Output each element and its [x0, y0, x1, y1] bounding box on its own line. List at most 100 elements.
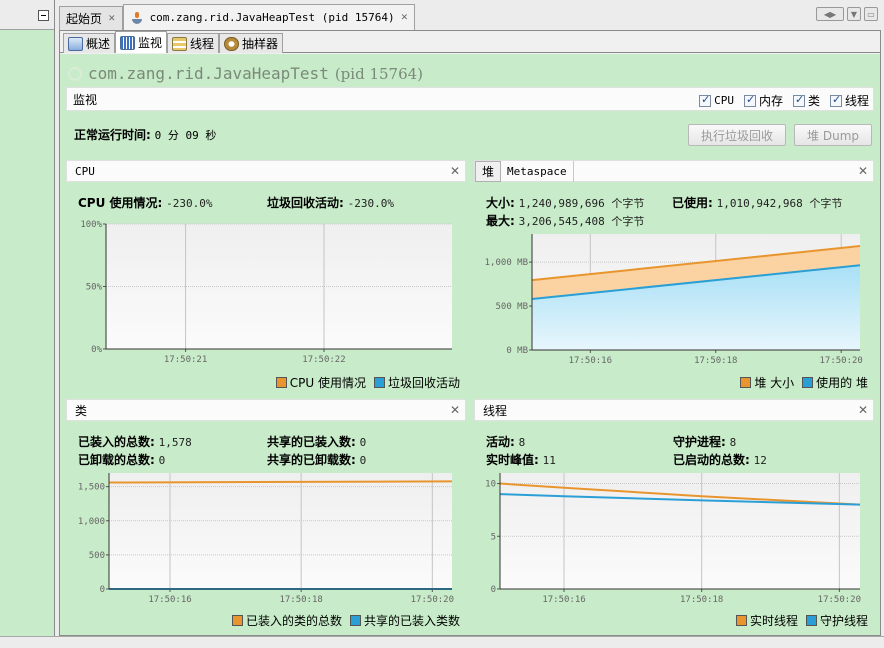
x-tick-label: 17:50:16	[542, 595, 585, 605]
tab-threads[interactable]: 线程	[167, 33, 220, 53]
tab-start-page[interactable]: 起始页 ✕	[59, 6, 123, 30]
classes-panel: 类 ✕ 已装入的总数: 1,578 共享的已装入数: 0 已卸载的总数: 0 共…	[66, 399, 466, 631]
stat-value: -230.0%	[166, 197, 213, 210]
app-title: com.zang.rid.JavaHeapTest (pid 15764)	[68, 64, 423, 83]
legend-item: 共享的已装入类数	[349, 612, 460, 629]
legend-swatch	[735, 615, 747, 626]
threads-panel: 线程 ✕ 活动: 8 守护进程: 8 实时峰值: 11 已启动的总数: 12 0…	[474, 399, 874, 631]
legend-swatch	[740, 377, 752, 388]
stat-value: 1,240,989,696 个字节	[518, 197, 645, 210]
stat-label: 共享的已卸载数:	[267, 453, 356, 467]
plot-background	[500, 473, 860, 589]
tab-label: 线程	[190, 37, 215, 51]
tab-overview[interactable]: 概述	[63, 33, 116, 53]
status-spinner-icon	[68, 66, 82, 81]
legend-label: CPU 使用情况	[289, 376, 366, 390]
legend-item: 垃圾回收活动	[373, 374, 460, 391]
y-tick-label: 0 MB	[506, 346, 528, 356]
stat-value: 0	[158, 454, 166, 467]
tab-application[interactable]: com.zang.rid.JavaHeapTest (pid 15764) ✕	[122, 4, 416, 30]
stat-daemon: 守护进程: 8	[673, 433, 736, 452]
cpu-panel-header: CPU ✕	[66, 160, 466, 182]
monitor-view: com.zang.rid.JavaHeapTest (pid 15764) 监视…	[60, 54, 880, 635]
perform-gc-button[interactable]: 执行垃圾回收	[688, 124, 787, 146]
scroll-tabs-icon[interactable]: ◀▶	[816, 7, 844, 21]
tab-label: 概述	[86, 37, 111, 51]
checkbox-box[interactable]	[829, 93, 842, 107]
stat-label: 已启动的总数:	[673, 453, 750, 467]
checkbox-box[interactable]	[792, 93, 805, 107]
tab-list-dropdown-icon[interactable]: ▼	[847, 7, 861, 21]
checkbox-memory[interactable]: 内存	[743, 92, 783, 109]
stat-label: 最大:	[486, 214, 515, 228]
heap-dump-button[interactable]: 堆 Dump	[794, 124, 872, 146]
legend-swatch	[349, 615, 361, 626]
maximize-icon[interactable]: ▭	[864, 7, 878, 21]
legend-swatch	[275, 377, 287, 388]
stat-label: 已卸载的总数:	[78, 453, 155, 467]
x-tick-label: 17:50:20	[818, 595, 861, 605]
panel-toggles: CPU 内存 类 线程	[699, 92, 869, 109]
checkbox-box[interactable]	[743, 93, 756, 107]
x-tick-label: 17:50:21	[164, 355, 207, 365]
checkbox-box[interactable]	[699, 93, 712, 107]
classes-stats: 已装入的总数: 1,578 共享的已装入数: 0 已卸载的总数: 0 共享的已卸…	[78, 433, 466, 469]
checkbox-threads[interactable]: 线程	[829, 92, 869, 109]
checkbox-cpu[interactable]: CPU	[699, 92, 734, 109]
y-tick-label: 1,500	[78, 483, 105, 493]
cpu-panel: CPU ✕ CPU 使用情况: -230.0% 垃圾回收活动: -230.0% …	[66, 160, 466, 392]
stat-size: 大小: 1,240,989,696 个字节	[486, 196, 644, 210]
cpu-legend: CPU 使用情况 垃圾回收活动	[275, 374, 460, 391]
stat-value: 1,578	[158, 436, 192, 449]
stat-value: 11	[542, 454, 556, 467]
editor-tab-bar: 起始页 ✕ com.zang.rid.JavaHeapTest (pid 157…	[59, 4, 416, 30]
panel-title: CPU	[75, 164, 95, 178]
app-name: com.zang.rid.JavaHeapTest	[88, 64, 329, 83]
close-icon[interactable]: ✕	[858, 403, 868, 417]
y-tick-label: 1,000	[78, 517, 105, 527]
close-icon[interactable]: ✕	[108, 14, 116, 24]
cpu-stats: CPU 使用情况: -230.0% 垃圾回收活动: -230.0%	[78, 194, 466, 212]
stat-value: 0	[359, 454, 367, 467]
x-tick-label: 17:50:22	[302, 355, 345, 365]
tab-monitor[interactable]: 监视	[115, 31, 168, 53]
close-icon[interactable]: ✕	[450, 164, 460, 178]
legend-swatch	[805, 615, 817, 626]
stat-label: 垃圾回收活动:	[267, 196, 344, 210]
stat-label: 共享的已装入数:	[267, 435, 356, 449]
legend-label: 已装入的类的总数	[245, 614, 342, 628]
app-pid: (pid 15764)	[334, 64, 424, 83]
stat-gc-activity: 垃圾回收活动: -230.0%	[267, 194, 394, 213]
y-tick-label: 0	[100, 585, 105, 595]
y-tick-label: 500 MB	[495, 302, 528, 312]
legend-label: 实时线程	[749, 614, 798, 628]
heap-chart: 0 MB 500 MB 1,000 MB 17:50:16 17:50:18 17:50:…	[485, 234, 863, 366]
stat-value: 8	[518, 436, 526, 449]
editor-area: 起始页 ✕ com.zang.rid.JavaHeapTest (pid 157…	[59, 0, 884, 636]
plot-background	[109, 473, 452, 589]
tab-heap[interactable]: 堆	[475, 160, 502, 182]
legend-label: 使用的 堆	[816, 376, 868, 390]
y-tick-label: 100%	[80, 220, 102, 230]
legend-label: 堆 大小	[754, 376, 795, 390]
checkbox-classes[interactable]: 类	[792, 92, 820, 109]
status-bar	[0, 636, 884, 648]
classes-chart: 0 500 1,000 1,500 17:50:16 17:50:18 17:50:20	[78, 473, 454, 605]
uptime-label: 正常运行时间:	[74, 128, 151, 142]
close-icon[interactable]: ✕	[858, 164, 868, 178]
close-icon[interactable]: ✕	[401, 13, 409, 23]
tab-label: com.zang.rid.JavaHeapTest (pid 15764)	[149, 11, 395, 24]
minimize-icon[interactable]	[38, 10, 49, 21]
tab-sampler[interactable]: 抽样器	[219, 33, 284, 53]
stat-label: CPU 使用情况:	[78, 196, 163, 210]
checkbox-label: CPU	[714, 94, 734, 107]
monitor-section-header: 监视 CPU 内存 类 线程	[66, 87, 874, 111]
stat-unloaded-total: 已卸载的总数: 0	[78, 453, 165, 467]
x-tick-label: 17:50:16	[569, 356, 612, 366]
cpu-chart: 0% 50% 100% 17:50:21 17:50:22	[80, 220, 452, 365]
tab-metaspace[interactable]: Metaspace	[501, 160, 574, 182]
y-tick-label: 1,000 MB	[485, 258, 528, 268]
legend-swatch	[231, 615, 243, 626]
close-icon[interactable]: ✕	[450, 403, 460, 417]
y-tick-label: 500	[89, 551, 105, 561]
